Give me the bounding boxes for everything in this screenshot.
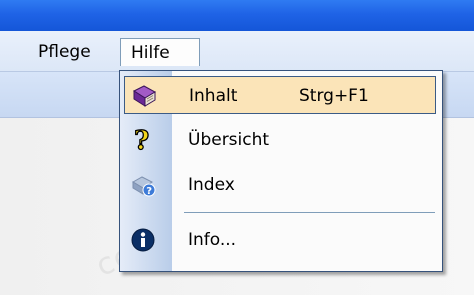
svg-text:?: ? <box>134 127 149 153</box>
menu-bar: Pflege Hilfe <box>0 31 474 72</box>
menu-item-inhalt[interactable]: Inhalt Strg+F1 <box>124 76 436 114</box>
help-dropdown-menu: Inhalt Strg+F1 ? Übersicht ? Index Info.… <box>119 70 443 272</box>
menu-item-label: Info... <box>188 230 237 250</box>
menu-item-uebersicht[interactable]: ? Übersicht <box>124 121 436 159</box>
question-mark-icon: ? <box>130 125 156 156</box>
window-titlebar <box>0 0 474 31</box>
info-icon <box>130 227 156 253</box>
menu-item-label: Inhalt <box>189 86 238 106</box>
menu-separator <box>184 212 435 213</box>
shortcut-label: Strg+F1 <box>299 86 369 106</box>
menu-pflege[interactable]: Pflege <box>28 38 101 66</box>
book-icon <box>131 83 157 109</box>
svg-text:?: ? <box>146 186 152 197</box>
menu-item-info[interactable]: Info... <box>124 221 436 259</box>
menu-hilfe[interactable]: Hilfe <box>120 38 200 66</box>
menu-item-label: Übersicht <box>188 130 270 150</box>
help-index-icon: ? <box>130 172 156 198</box>
menu-item-index[interactable]: ? Index <box>124 166 436 204</box>
menu-item-label: Index <box>188 175 235 195</box>
